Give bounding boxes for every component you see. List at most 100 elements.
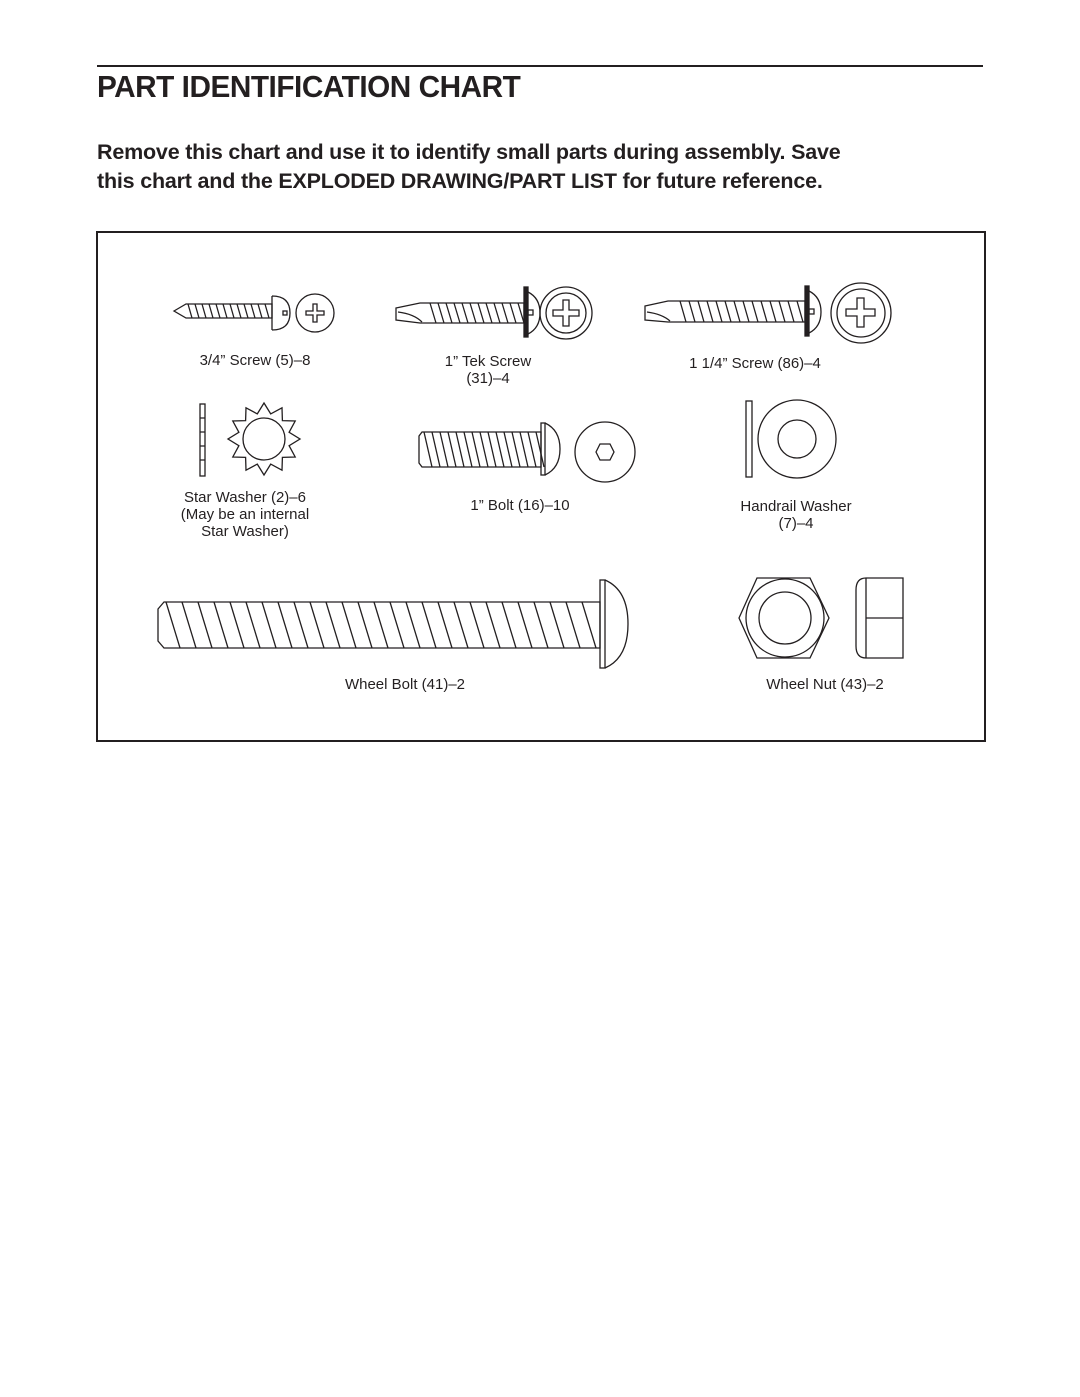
label-line: Handrail Washer — [740, 498, 852, 515]
thread-line — [733, 300, 741, 323]
thread-line — [509, 302, 517, 324]
thread-line — [437, 302, 445, 324]
thread-line — [519, 431, 529, 468]
thread-line — [429, 302, 437, 324]
thread-line — [325, 601, 341, 649]
thread-line — [485, 302, 493, 324]
thread-line — [787, 300, 795, 323]
thread-line — [243, 303, 249, 319]
thread-line — [527, 431, 537, 468]
thread-line — [373, 601, 389, 649]
thread-line — [565, 601, 581, 649]
thread-line — [517, 601, 533, 649]
thread-line — [245, 601, 261, 649]
thread-line — [535, 431, 545, 468]
thread-line — [796, 300, 804, 323]
thread-line — [581, 601, 597, 649]
thread-line — [309, 601, 325, 649]
thread-line — [533, 601, 549, 649]
thread-line — [697, 300, 705, 323]
thread-line — [236, 303, 242, 319]
thread-line — [165, 601, 181, 649]
label-line: 1 1/4” Screw (86)–4 — [689, 355, 821, 372]
thread-line — [461, 302, 469, 324]
thread-line — [479, 431, 489, 468]
thread-line — [495, 431, 505, 468]
thread-line — [760, 300, 768, 323]
thread-line — [250, 303, 256, 319]
thread-line — [549, 601, 565, 649]
thread-line — [229, 601, 245, 649]
thread-line — [751, 300, 759, 323]
thread-line — [455, 431, 465, 468]
phillips-pan-head-screw-icon — [172, 293, 335, 333]
thread-line — [341, 601, 357, 649]
tek-screw-icon — [395, 286, 593, 340]
thread-line — [463, 431, 473, 468]
part-label-screw-3-4: 3/4” Screw (5)–8 — [180, 352, 330, 369]
thread-line — [213, 601, 229, 649]
thread-line — [357, 601, 373, 649]
thread-line — [471, 431, 481, 468]
thread-line — [208, 303, 214, 319]
thread-line — [501, 601, 517, 649]
thread-line — [742, 300, 750, 323]
thread-line — [517, 302, 525, 324]
thread-line — [257, 303, 263, 319]
thread-line — [187, 303, 193, 319]
part-label-screw-1-1-4: 1 1/4” Screw (86)–4 — [670, 355, 840, 372]
label-line: Wheel Nut (43)–2 — [766, 676, 884, 693]
thread-line — [439, 431, 449, 468]
thread-line — [201, 303, 207, 319]
hex-nut-icon — [738, 577, 904, 659]
thread-group — [679, 300, 804, 323]
thread-line — [229, 303, 235, 319]
thread-line — [487, 431, 497, 468]
part-label-wheel-bolt: Wheel Bolt (41)–2 — [320, 676, 490, 693]
thread-line — [453, 302, 461, 324]
thread-line — [421, 601, 437, 649]
flat-washer-icon — [745, 399, 837, 479]
thread-line — [431, 431, 441, 468]
thread-line — [477, 302, 485, 324]
part-label-star-washer: Star Washer (2)–6 (May be an internal St… — [160, 489, 330, 540]
part-label-bolt: 1” Bolt (16)–10 — [440, 497, 600, 514]
thread-line — [688, 300, 696, 323]
thread-line — [445, 302, 453, 324]
thread-line — [724, 300, 732, 323]
thread-line — [778, 300, 786, 323]
thread-line — [437, 601, 453, 649]
washer-head-screw-icon — [644, 282, 892, 344]
thread-line — [715, 300, 723, 323]
thread-line — [511, 431, 521, 468]
label-line: (7)–4 — [778, 515, 814, 532]
thread-line — [389, 601, 405, 649]
label-line: 1” Tek Screw — [444, 353, 532, 370]
thread-line — [197, 601, 213, 649]
thread-line — [469, 601, 485, 649]
label-line: 1” Bolt (16)–10 — [470, 497, 570, 514]
label-line: (31)–4 — [466, 370, 510, 387]
thread-line — [501, 302, 509, 324]
thread-line — [485, 601, 501, 649]
thread-line — [222, 303, 228, 319]
thread-line — [261, 601, 277, 649]
thread-line — [453, 601, 469, 649]
thread-line — [706, 300, 714, 323]
thread-line — [293, 601, 309, 649]
thread-line — [447, 431, 457, 468]
long-button-bolt-icon — [157, 579, 629, 669]
thread-line — [215, 303, 221, 319]
hex-socket-button-bolt-icon — [418, 421, 636, 483]
thread-line — [405, 601, 421, 649]
thread-line — [423, 431, 433, 468]
thread-line — [277, 601, 293, 649]
thread-line — [679, 300, 687, 323]
label-line: 3/4” Screw (5)–8 — [199, 352, 311, 369]
part-label-handrail-washer: Handrail Washer (7)–4 — [716, 498, 876, 532]
star-washer-icon — [199, 401, 302, 477]
thread-group — [429, 302, 525, 324]
thread-line — [769, 300, 777, 323]
thread-line — [181, 601, 197, 649]
label-line: (May be an internal — [180, 506, 310, 523]
